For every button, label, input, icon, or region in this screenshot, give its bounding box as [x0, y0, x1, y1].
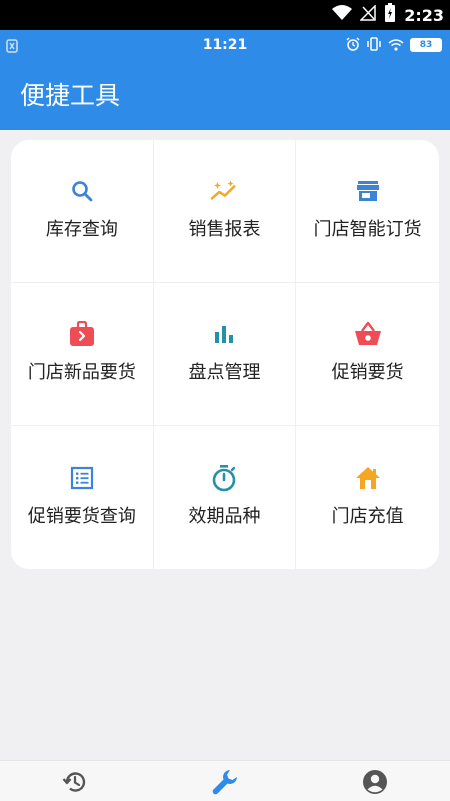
history-icon: [62, 769, 88, 799]
wifi-icon: [332, 5, 353, 25]
tool-label: 销售报表: [188, 219, 261, 240]
tools-grid: 库存查询 销售报表 门店智能订货 门店新品要货 盘点管理 促销要货 促销要货查询…: [11, 140, 439, 569]
tool-label: 效期品种: [188, 505, 261, 527]
tool-promotion-request-query[interactable]: 促销要货查询: [11, 426, 154, 569]
tool-store-recharge[interactable]: 门店充值: [296, 426, 439, 569]
tool-label: 盘点管理: [188, 362, 261, 383]
vibrate-icon: [366, 36, 382, 55]
tool-label: 门店充值: [331, 505, 404, 527]
alarm-icon: [346, 36, 360, 55]
tool-label: 门店新品要货: [27, 362, 136, 383]
tool-expiry-products[interactable]: 效期品种: [154, 426, 297, 569]
tool-store-new-product-request[interactable]: 门店新品要货: [11, 283, 154, 426]
system-clock: 2:23: [404, 5, 444, 25]
trend-sparkle-icon: [210, 177, 238, 205]
tools-card: 库存查询 销售报表 门店智能订货 门店新品要货 盘点管理 促销要货 促销要货查询…: [11, 140, 439, 569]
wrench-icon: [211, 768, 239, 800]
app-bar: 便捷工具: [0, 60, 450, 130]
tool-label: 促销要货: [331, 362, 404, 383]
tool-store-smart-order[interactable]: 门店智能订货: [296, 140, 439, 283]
signal-off-icon: [359, 4, 376, 25]
nav-tools[interactable]: [210, 769, 240, 799]
tool-label: 促销要货查询: [27, 505, 136, 527]
timer-icon: [210, 464, 238, 492]
account-icon: [362, 769, 388, 799]
page-title: 便捷工具: [20, 81, 121, 110]
basket-icon: [354, 320, 382, 348]
store-icon: [354, 177, 382, 205]
shopping-bag-icon: [68, 320, 96, 348]
nav-history[interactable]: [60, 769, 90, 799]
tool-stocktake-management[interactable]: 盘点管理: [153, 283, 297, 426]
tool-label: 门店智能订货: [313, 219, 422, 240]
tool-promotion-request[interactable]: 促销要货: [296, 283, 439, 426]
battery-indicator: 83: [410, 38, 442, 52]
wifi-icon: [388, 36, 404, 55]
tool-inventory-query[interactable]: 库存查询: [11, 140, 154, 283]
app-status-bar: 11:21 83: [0, 30, 450, 60]
search-icon: [68, 177, 96, 205]
bar-chart-icon: [210, 320, 238, 348]
bottom-navigation: [0, 760, 450, 801]
battery-charging-icon: [384, 3, 396, 27]
tool-sales-report[interactable]: 销售报表: [153, 140, 297, 283]
list-icon: [68, 464, 96, 492]
system-status-bar: 2:23: [0, 0, 450, 30]
tool-label: 库存查询: [45, 219, 118, 240]
home-icon: [354, 464, 382, 492]
nav-account[interactable]: [360, 769, 390, 799]
